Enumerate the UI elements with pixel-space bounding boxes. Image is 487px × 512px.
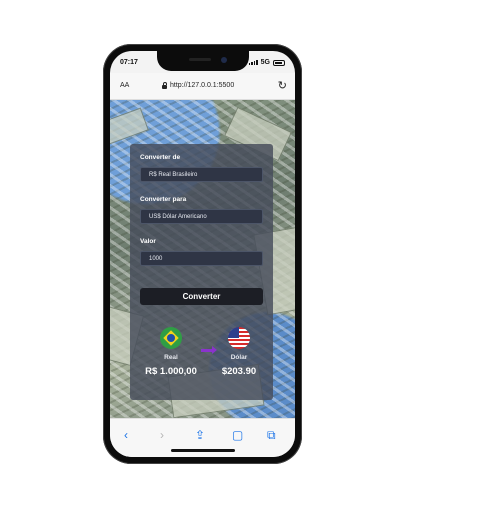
book-icon[interactable]: ▢	[232, 428, 243, 442]
phone-frame: 07:17 5G AA http://127.0.0.1:5500 ↻ Conv…	[103, 44, 302, 464]
from-currency-select[interactable]: R$ Real Brasileiro	[140, 167, 263, 182]
chevron-left-icon[interactable]: ‹	[124, 428, 128, 442]
phone-screen: 07:17 5G AA http://127.0.0.1:5500 ↻ Conv…	[110, 51, 295, 457]
from-currency-amount: R$ 1.000,00	[145, 366, 197, 377]
status-time: 07:17	[120, 59, 138, 66]
to-currency-amount: $203.90	[221, 366, 257, 377]
convert-button[interactable]: Converter	[140, 288, 263, 305]
to-currency-select[interactable]: US$ Dólar Americano	[140, 209, 263, 224]
converter-card: Converter de R$ Real Brasileiro Converte…	[130, 144, 273, 400]
notch	[156, 51, 249, 71]
status-right: 5G	[248, 59, 285, 66]
network-label: 5G	[260, 59, 270, 66]
lock-icon	[162, 81, 167, 89]
camera	[220, 57, 227, 63]
browser-url-bar: AA http://127.0.0.1:5500 ↻	[110, 73, 295, 100]
usa-flag-icon	[228, 327, 250, 349]
address-field[interactable]: http://127.0.0.1:5500	[162, 81, 235, 89]
amount-label: Valor	[140, 238, 156, 245]
from-currency-name: Real	[164, 354, 178, 361]
speaker	[188, 58, 211, 61]
tabs-icon[interactable]: ⧉	[267, 428, 276, 443]
to-currency-name: Dólar	[230, 354, 248, 361]
to-label: Converter para	[140, 196, 187, 203]
share-icon[interactable]: ⇪	[195, 428, 205, 442]
battery-icon	[273, 59, 285, 66]
money-background-bill	[110, 107, 149, 145]
url-text: http://127.0.0.1:5500	[170, 82, 235, 89]
from-label: Converter de	[140, 154, 181, 161]
brazil-flag-icon	[160, 327, 182, 349]
arrow-right-icon	[201, 346, 217, 354]
reload-icon[interactable]: ↻	[278, 79, 287, 92]
signal-icon	[248, 60, 258, 65]
chevron-right-icon[interactable]: ›	[160, 428, 164, 442]
text-size-button[interactable]: AA	[120, 82, 129, 89]
page-content: Converter de R$ Real Brasileiro Converte…	[110, 100, 295, 418]
home-indicator	[170, 449, 235, 452]
amount-input[interactable]: 1000	[140, 251, 263, 266]
